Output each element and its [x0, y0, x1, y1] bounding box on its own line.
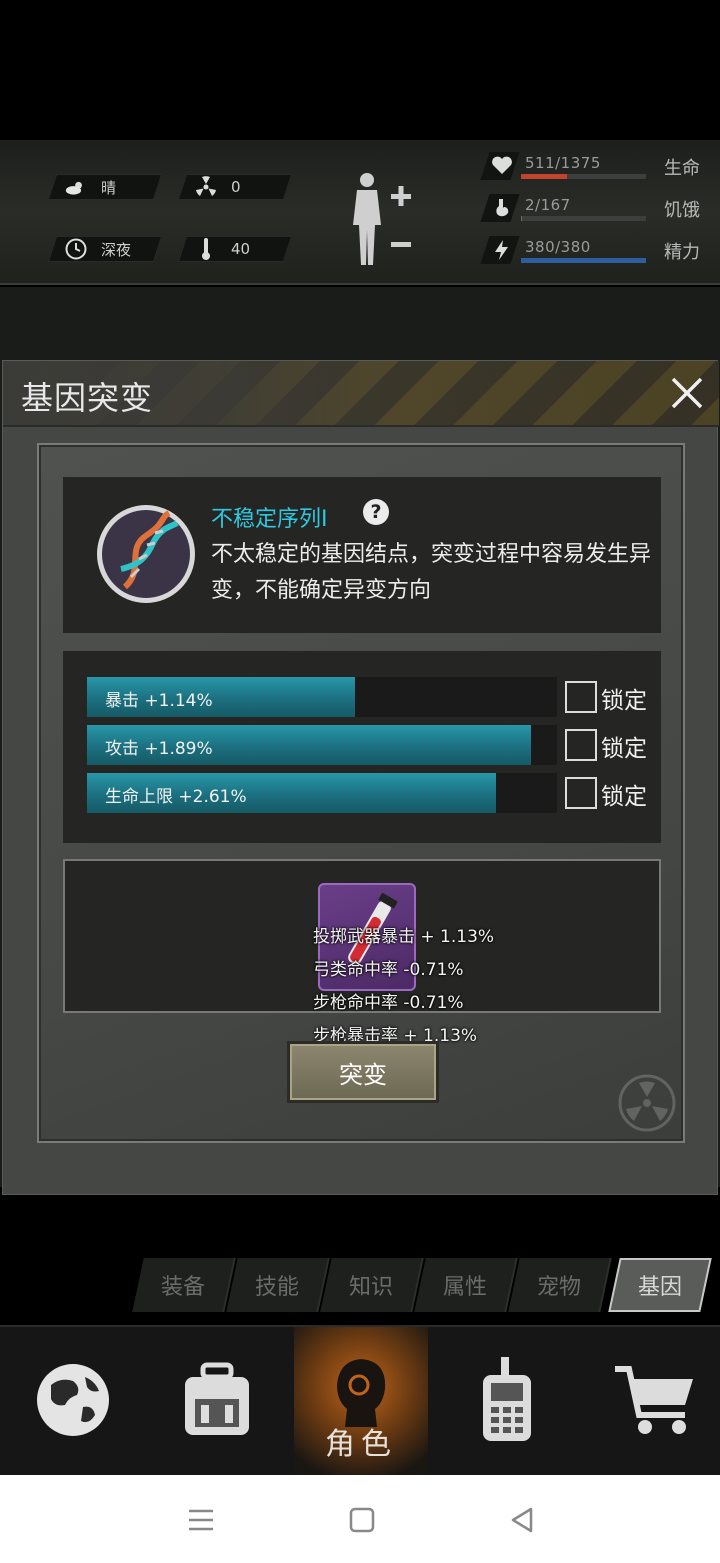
gene-info-box: 不稳定序列Ⅰ ? 不太稳定的基因结点，突变过程中容易发生异变，不能确定异变方向: [63, 477, 661, 633]
cart-icon: [615, 1366, 693, 1434]
backpack-icon: [185, 1362, 249, 1435]
reward-effect-line: 弓类命中率 -0.71%: [313, 960, 464, 980]
globe-icon: [37, 1364, 109, 1436]
gene-description: 不太稳定的基因结点，突变过程中容易发生异变，不能确定异变方向: [211, 542, 652, 603]
weather-chip: 晴: [47, 174, 163, 200]
tab-attributes[interactable]: 属性: [414, 1258, 518, 1312]
energy-label: 精力: [664, 242, 700, 263]
menu-button[interactable]: [184, 1503, 218, 1537]
dialog-title: 基因突变: [21, 379, 154, 417]
temperature-value: 40: [231, 240, 251, 258]
clock-icon: [65, 238, 87, 260]
energy-value: 380/380: [525, 238, 591, 256]
nav-character[interactable]: 角色: [294, 1327, 428, 1477]
nav-shop[interactable]: [584, 1327, 718, 1477]
gene-mutation-dialog: 基因突变 不稳定序列Ⅰ ? 不太稳定的基因结点，突变过程中容易发生异变，不能确定…: [2, 360, 719, 1195]
bottom-navigation: 角色: [0, 1325, 720, 1477]
nav-map[interactable]: [6, 1327, 140, 1477]
heart-icon: [492, 156, 512, 174]
dialog-header: 基因突变: [3, 361, 719, 427]
nav-radio[interactable]: [440, 1327, 574, 1477]
health-value: 511/1375: [525, 154, 601, 172]
gene-stat-text: 暴击 +1.14%: [105, 691, 213, 711]
radiation-icon: [195, 176, 217, 198]
weather-value: 晴: [101, 178, 117, 197]
menu-icon: [189, 1509, 213, 1531]
reward-effect-line: 步枪命中率 -0.71%: [313, 993, 464, 1013]
home-icon: [349, 1507, 375, 1533]
health-bar-fill: [521, 174, 568, 179]
energy-icon: [495, 240, 508, 260]
energy-stat: 380/380 精力: [480, 236, 710, 266]
gene-stat-track: 生命上限 +2.61%: [87, 773, 557, 813]
tab-pets[interactable]: 宠物: [508, 1258, 612, 1312]
close-button[interactable]: [667, 373, 707, 413]
hunger-bar-fill: [521, 216, 523, 221]
gene-stat-track: 暴击 +1.14%: [87, 677, 557, 717]
mutation-reward-box: 投掷武器暴击 + 1.13% 弓类命中率 -0.71% 步枪命中率 -0.71%…: [63, 859, 661, 1046]
walkie-talkie-icon: [483, 1357, 531, 1441]
tab-skills[interactable]: 技能: [226, 1258, 330, 1312]
lock-label[interactable]: 锁定: [601, 777, 647, 811]
temperature-chip: 40: [177, 236, 293, 262]
gene-stats-box: 暴击 +1.14% 锁定 攻击 +1.89% 锁定 生命上限 +2.61% 锁定: [63, 651, 661, 843]
gene-panel: 不稳定序列Ⅰ ? 不太稳定的基因结点，突变过程中容易发生异变，不能确定异变方向 …: [37, 443, 685, 1143]
lock-checkbox[interactable]: [565, 777, 597, 809]
dna-icon: [95, 499, 197, 609]
tab-equipment[interactable]: 装备: [132, 1258, 236, 1312]
thermometer-icon: [195, 238, 217, 260]
lock-checkbox[interactable]: [565, 681, 597, 713]
mutate-button[interactable]: 突变: [287, 1041, 439, 1103]
lock-label[interactable]: 锁定: [601, 681, 647, 715]
time-chip: 深夜: [47, 236, 163, 262]
body-status-figure-icon[interactable]: [345, 170, 425, 270]
gene-name: 不稳定序列Ⅰ: [211, 507, 328, 532]
tab-genes[interactable]: 基因: [608, 1258, 712, 1312]
radiation-chip: 0: [177, 174, 293, 200]
radiation-value: 0: [231, 178, 241, 196]
system-navigation-bar: [0, 1475, 720, 1563]
health-stat: 511/1375 生命: [480, 152, 710, 182]
character-sub-tabs: 装备 技能 知识 属性 宠物 基因: [130, 1258, 712, 1312]
energy-bar-fill: [521, 258, 646, 263]
weather-sunny-icon: [65, 176, 87, 198]
home-button[interactable]: [345, 1503, 379, 1537]
gene-stat-row: 暴击 +1.14% 锁定: [87, 677, 649, 717]
back-icon: [511, 1507, 533, 1533]
stomach-icon: [496, 199, 509, 217]
reward-effects: 投掷武器暴击 + 1.13% 弓类命中率 -0.71% 步枪命中率 -0.71%…: [313, 921, 533, 1053]
gene-stat-row: 攻击 +1.89% 锁定: [87, 725, 649, 765]
nav-character-label: 角色: [325, 1427, 397, 1462]
gene-stat-track: 攻击 +1.89%: [87, 725, 557, 765]
gene-stat-text: 攻击 +1.89%: [105, 739, 213, 759]
lock-label[interactable]: 锁定: [601, 729, 647, 763]
hunger-stat: 2/167 饥饿: [480, 194, 710, 224]
health-label: 生命: [664, 158, 700, 179]
gene-stat-text: 生命上限 +2.61%: [105, 787, 247, 807]
tab-knowledge[interactable]: 知识: [320, 1258, 424, 1312]
lock-checkbox[interactable]: [565, 729, 597, 761]
status-hud: 晴 0 深夜 40 511/1375 生命 2/167 饥饿 380/380 精…: [0, 140, 720, 285]
radiation-watermark-icon: [618, 1074, 676, 1132]
hunger-value: 2/167: [525, 196, 571, 214]
close-icon: [671, 377, 703, 409]
time-value: 深夜: [101, 240, 132, 259]
hunger-label: 饥饿: [664, 200, 700, 221]
help-icon[interactable]: ?: [363, 499, 389, 525]
back-button[interactable]: [505, 1503, 539, 1537]
gene-stat-row: 生命上限 +2.61% 锁定: [87, 773, 649, 813]
nav-backpack[interactable]: [150, 1327, 284, 1477]
reward-effect-line: 投掷武器暴击 + 1.13%: [313, 927, 495, 947]
